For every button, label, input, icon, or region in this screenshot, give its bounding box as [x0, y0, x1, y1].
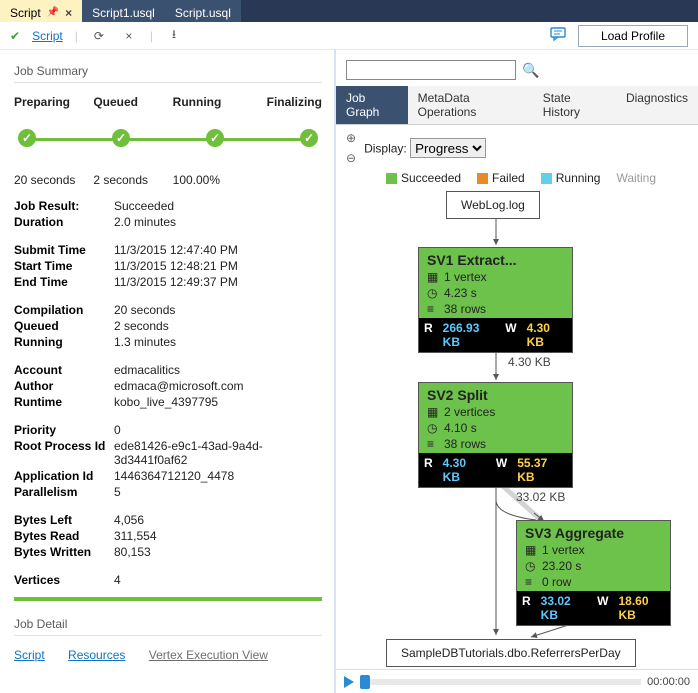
node-output-table[interactable]: SampleDBTutorials.dbo.ReferrersPerDay — [386, 639, 636, 667]
summary-row: Root Process Idede81426-e9c1-43ad-9a4d-3… — [14, 439, 322, 467]
cancel-icon[interactable]: × — [120, 27, 138, 45]
download-icon[interactable]: ⭳ — [165, 27, 183, 45]
document-tabstrip: Script 📌 × Script1.usql Script.usql — [0, 0, 698, 22]
rows-icon: ≡ — [427, 302, 439, 316]
display-select[interactable]: Progress — [410, 138, 486, 158]
summary-row: Bytes Read311,554 — [14, 529, 322, 543]
tab-script1-usql[interactable]: Script1.usql — [82, 0, 165, 22]
tab-label: Script — [10, 6, 41, 20]
summary-row: Vertices4 — [14, 573, 322, 587]
tab-script[interactable]: Script 📌 × — [0, 0, 82, 22]
stage-pipeline: ✓ ✓ ✓ ✓ — [14, 109, 322, 169]
edge-label-1: 4.30 KB — [508, 355, 551, 369]
tab-diagnostics[interactable]: Diagnostics — [616, 86, 698, 124]
tab-job-graph[interactable]: Job Graph — [336, 86, 408, 124]
summary-row: Application Id1446364712120_4478 — [14, 469, 322, 483]
summary-row: Priority0 — [14, 423, 322, 437]
stage-values: 20 seconds 2 seconds 100.00% — [14, 173, 322, 187]
close-icon[interactable]: × — [65, 6, 72, 20]
summary-row: End Time11/3/2015 12:49:37 PM — [14, 275, 322, 289]
summary-row: Authoredmaca@microsoft.com — [14, 379, 322, 393]
job-graph-canvas[interactable]: WebLog.log SV1 Extract... ▦1 vertex ◷4.2… — [336, 185, 698, 669]
stage-dot-finalizing: ✓ — [300, 129, 318, 147]
zoom-out-icon[interactable]: ⊖ — [346, 151, 356, 165]
rows-icon: ≡ — [525, 575, 537, 589]
legend-swatch-failed — [477, 173, 488, 184]
stage-labels: Preparing Queued Running Finalizing — [14, 95, 322, 109]
summary-row: Start Time11/3/2015 12:48:21 PM — [14, 259, 322, 273]
zoom-in-icon[interactable]: ⊕ — [346, 131, 356, 145]
node-sv1-extract[interactable]: SV1 Extract... ▦1 vertex ◷4.23 s ≡38 row… — [418, 247, 573, 353]
tab-label: Script.usql — [175, 6, 231, 20]
vertex-icon: ▦ — [427, 270, 439, 284]
playback-slider[interactable] — [360, 679, 641, 685]
clock-icon: ◷ — [427, 421, 439, 435]
detail-links: Script Resources Vertex Execution View — [14, 648, 322, 662]
job-detail-heading: Job Detail — [14, 617, 322, 636]
stage-dot-preparing: ✓ — [18, 129, 36, 147]
detail-link-resources[interactable]: Resources — [68, 648, 125, 662]
edge-label-2: 33.02 KB — [516, 490, 565, 504]
summary-row: Parallelism5 — [14, 485, 322, 499]
playback-bar: 00:00:00 — [336, 669, 698, 693]
legend-swatch-running — [541, 173, 552, 184]
load-profile-button[interactable]: Load Profile — [578, 25, 688, 47]
stage-dot-queued: ✓ — [112, 129, 130, 147]
summary-row: Bytes Left4,056 — [14, 513, 322, 527]
summary-row: Queued2 seconds — [14, 319, 322, 333]
job-summary-heading: Job Summary — [14, 64, 322, 83]
refresh-icon[interactable]: ⟳ — [90, 27, 108, 45]
graph-panel: 🔍 Job Graph MetaData Operations State Hi… — [335, 50, 698, 693]
playback-time: 00:00:00 — [647, 676, 690, 688]
clock-icon: ◷ — [525, 559, 537, 573]
legend: Succeeded Failed Running Waiting — [336, 171, 698, 185]
summary-row: Runtimekobo_live_4397795 — [14, 395, 322, 409]
detail-link-script[interactable]: Script — [14, 648, 45, 662]
display-label: Display: — [364, 142, 407, 156]
detail-link-vertex-view[interactable]: Vertex Execution View — [149, 648, 268, 662]
summary-row: Job Result:Succeeded — [14, 199, 322, 213]
summary-row: Running1.3 minutes — [14, 335, 322, 349]
tab-label: Script1.usql — [92, 6, 155, 20]
job-summary-panel: Job Summary Preparing Queued Running Fin… — [0, 50, 335, 693]
play-icon[interactable] — [344, 676, 354, 688]
tab-script-usql[interactable]: Script.usql — [165, 0, 241, 22]
summary-row: Accountedmacalitics — [14, 363, 322, 377]
vertex-icon: ▦ — [525, 543, 537, 557]
toolbar: ✔ Script | ⟳ × | ⭳ Load Profile — [0, 22, 698, 50]
summary-row: Duration2.0 minutes — [14, 215, 322, 229]
summary-row: Compilation20 seconds — [14, 303, 322, 317]
summary-row: Bytes Written80,153 — [14, 545, 322, 559]
clock-icon: ◷ — [427, 286, 439, 300]
node-sv2-split[interactable]: SV2 Split ▦2 vertices ◷4.10 s ≡38 rows R… — [418, 382, 573, 488]
rows-icon: ≡ — [427, 437, 439, 451]
script-link[interactable]: Script — [32, 29, 63, 43]
feedback-icon[interactable] — [550, 26, 566, 45]
node-sv3-aggregate[interactable]: SV3 Aggregate ▦1 vertex ◷23.20 s ≡0 row … — [516, 520, 671, 626]
legend-swatch-succeeded — [386, 173, 397, 184]
vertex-icon: ▦ — [427, 405, 439, 419]
search-input[interactable] — [346, 60, 516, 80]
summary-row: Submit Time11/3/2015 12:47:40 PM — [14, 243, 322, 257]
tab-state-history[interactable]: State History — [533, 86, 616, 124]
search-icon[interactable]: 🔍 — [522, 60, 539, 80]
tab-metadata-ops[interactable]: MetaData Operations — [408, 86, 533, 124]
pin-icon: 📌 — [47, 7, 59, 18]
subtabs: Job Graph MetaData Operations State Hist… — [336, 86, 698, 125]
node-input-file[interactable]: WebLog.log — [446, 191, 540, 219]
stage-dot-running: ✓ — [206, 129, 224, 147]
success-check-icon: ✔ — [10, 29, 20, 43]
